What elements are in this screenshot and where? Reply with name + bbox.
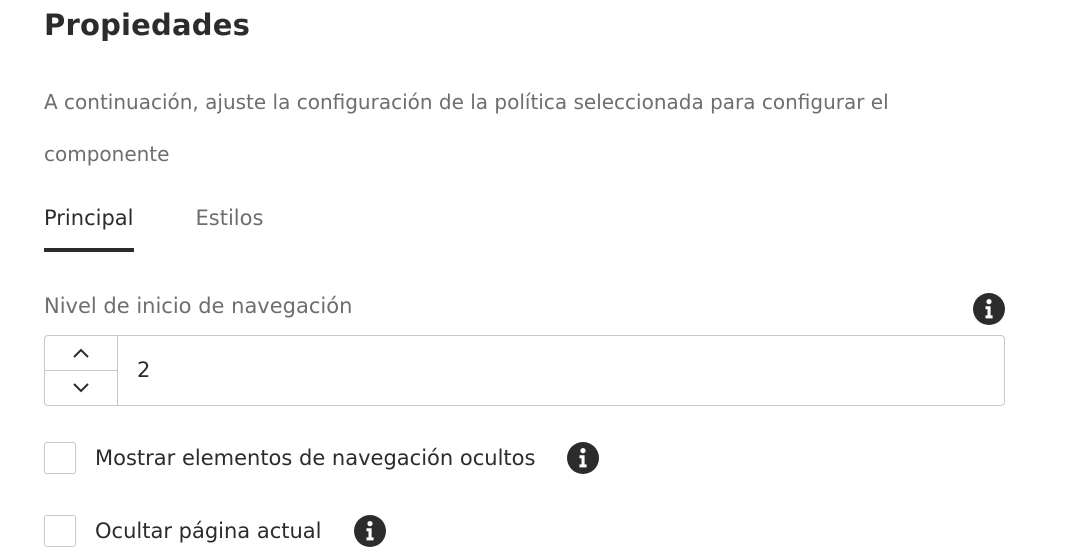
show-hidden-nav-items-checkbox[interactable] [44, 442, 76, 474]
panel-description: A continuación, ajuste la configuración … [44, 90, 889, 166]
info-icon-glyph [366, 521, 374, 541]
tab-principal[interactable]: Principal [44, 198, 134, 254]
hide-current-page-row: Ocultar página actual [44, 513, 386, 549]
info-icon-glyph [985, 299, 993, 319]
increment-button[interactable] [45, 336, 117, 371]
hide-current-page-checkbox[interactable] [44, 515, 76, 547]
info-icon[interactable] [567, 442, 600, 474]
navigation-start-level-label: Nivel de inicio de navegación [44, 294, 353, 318]
chevron-up-icon [73, 348, 89, 358]
page-title: Propiedades [44, 8, 251, 42]
decrement-button[interactable] [45, 371, 117, 405]
chevron-down-icon [73, 383, 89, 393]
info-icon[interactable] [973, 293, 1005, 325]
info-icon-glyph [579, 448, 588, 468]
stepper-value-input[interactable]: 2 [118, 336, 1004, 405]
tab-estilos[interactable]: Estilos [196, 198, 264, 254]
hide-current-page-label: Ocultar página actual [95, 519, 322, 543]
properties-panel: Propiedades A continuación, ajuste la co… [0, 0, 1078, 556]
show-hidden-nav-items-row: Mostrar elementos de navegación ocultos [44, 440, 600, 476]
stepper-buttons [45, 336, 118, 405]
info-icon[interactable] [353, 515, 386, 547]
tab-bar: Principal Estilos [44, 198, 325, 254]
show-hidden-nav-items-label: Mostrar elementos de navegación ocultos [95, 446, 536, 470]
navigation-start-level-stepper: 2 [44, 335, 1005, 406]
